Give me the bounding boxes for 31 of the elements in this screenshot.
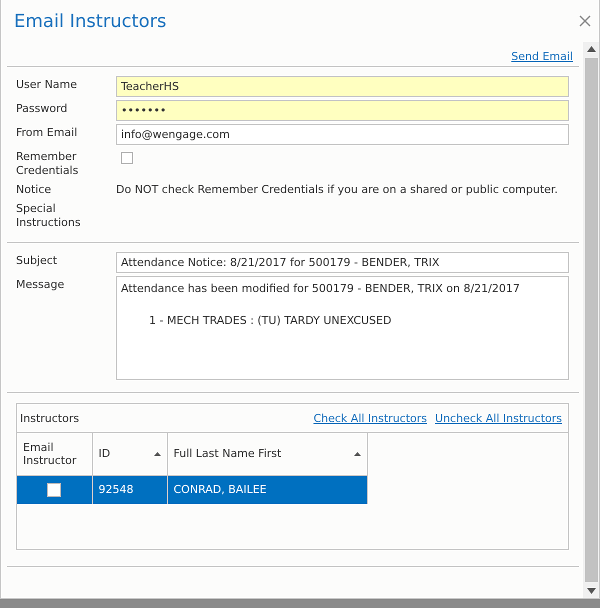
- field-label: Remember Credentials: [16, 149, 80, 178]
- instructors-link[interactable]: Uncheck All Instructors: [435, 412, 562, 424]
- checkbox[interactable]: [121, 152, 133, 164]
- table-cell: CONRAD, BAILEE: [167, 475, 367, 504]
- window-title: Email Instructors: [14, 10, 166, 32]
- input-field[interactable]: TeacherHS: [116, 76, 569, 97]
- instructors-link[interactable]: Check All Instructors: [313, 412, 428, 424]
- field-label: From Email: [16, 125, 78, 140]
- field-label: Subject: [16, 253, 58, 268]
- sort-icon: [354, 452, 360, 456]
- scroll-up-icon[interactable]: [586, 46, 596, 52]
- message-field[interactable]: Attendance has been modified for 500179 - BENDER, TRIX on 8/21/2017 1 - MECH TRADES : (TU) TARDY UNEXCUSED: [116, 276, 569, 380]
- panel-title: Instructors: [20, 412, 80, 424]
- table-cell: 92548: [92, 475, 167, 504]
- checkbox[interactable]: [47, 482, 62, 497]
- input-field[interactable]: info@wengage.com: [116, 124, 569, 145]
- column-header[interactable]: ID: [92, 433, 167, 475]
- sort-icon: [154, 452, 160, 456]
- subject-field[interactable]: Attendance Notice: 8/21/2017 for 500179 - BENDER, TRIX: [116, 252, 569, 273]
- field-label: User Name: [16, 77, 78, 92]
- scroll-down-icon[interactable]: [586, 588, 596, 594]
- notice-text: Do NOT check Remember Credentials if you are on a shared or public computer.: [116, 182, 559, 196]
- column-header[interactable]: Full Last Name First: [167, 433, 367, 475]
- field-label: Password: [16, 101, 68, 116]
- send-email-link[interactable]: Send Email: [511, 50, 573, 63]
- column-header[interactable]: Email Instructor: [17, 433, 92, 475]
- field-label: Special Instructions: [16, 201, 82, 230]
- input-field[interactable]: •••••••: [116, 100, 569, 121]
- close-icon[interactable]: [579, 15, 591, 27]
- field-label: Message: [16, 277, 66, 292]
- field-label: Notice: [16, 182, 52, 197]
